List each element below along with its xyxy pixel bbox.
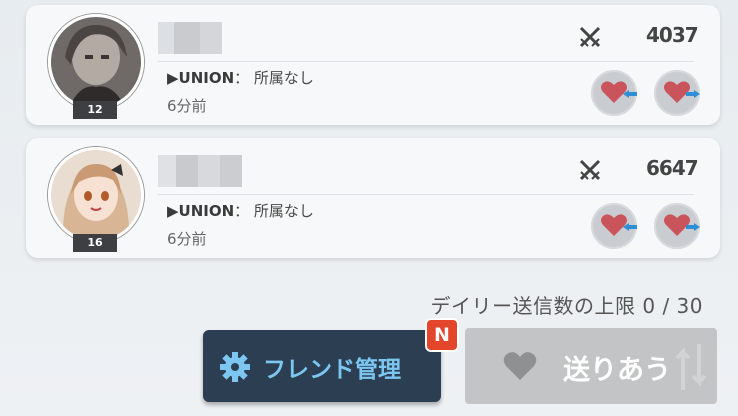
combat-power-value: 6647 — [646, 156, 699, 180]
avatar[interactable]: 12 — [48, 14, 144, 119]
receive-heart-button[interactable] — [591, 203, 637, 249]
divider — [158, 61, 694, 62]
exchange-arrows-icon — [675, 344, 707, 390]
friend-management-button[interactable]: フレンド管理 — [203, 330, 441, 402]
level-badge: 16 — [73, 234, 117, 252]
player-name-blurred — [158, 155, 242, 187]
combat-power-icon — [579, 159, 601, 181]
gear-icon — [220, 352, 250, 382]
divider — [158, 194, 694, 195]
avatar-image — [48, 147, 144, 243]
union-label: ▶UNION — [167, 69, 235, 87]
avatar-image — [48, 14, 144, 110]
last-login: 6分前 — [167, 230, 207, 248]
send-heart-button[interactable] — [654, 203, 700, 249]
union-value: ： 所属なし — [234, 69, 314, 87]
friend-card[interactable]: 16 ▶UNION： 所属なし 6分前 6647 — [26, 138, 720, 258]
union-value: ： 所属なし — [234, 202, 314, 220]
send-all-label: 送りあう — [563, 355, 671, 386]
last-login: 6分前 — [167, 97, 207, 115]
combat-power-icon — [579, 26, 601, 48]
avatar[interactable]: 16 — [48, 147, 144, 252]
combat-power-value: 4037 — [646, 23, 699, 47]
receive-heart-button[interactable] — [591, 70, 637, 116]
friend-card[interactable]: 12 ▶UNION： 所属なし 6分前 4037 — [26, 5, 720, 125]
level-badge: 12 — [73, 101, 117, 119]
daily-send-limit: デイリー送信数の上限 0 / 30 — [430, 294, 703, 318]
union-label: ▶UNION — [167, 202, 235, 220]
send-all-button[interactable]: 送りあう — [465, 328, 717, 404]
new-badge: N — [425, 318, 459, 352]
send-heart-button[interactable] — [654, 70, 700, 116]
player-name-blurred — [158, 22, 222, 54]
union-info: ▶UNION： 所属なし — [167, 67, 314, 88]
friend-management-label: フレンド管理 — [263, 357, 401, 383]
union-info: ▶UNION： 所属なし — [167, 200, 314, 221]
heart-icon — [503, 352, 537, 380]
